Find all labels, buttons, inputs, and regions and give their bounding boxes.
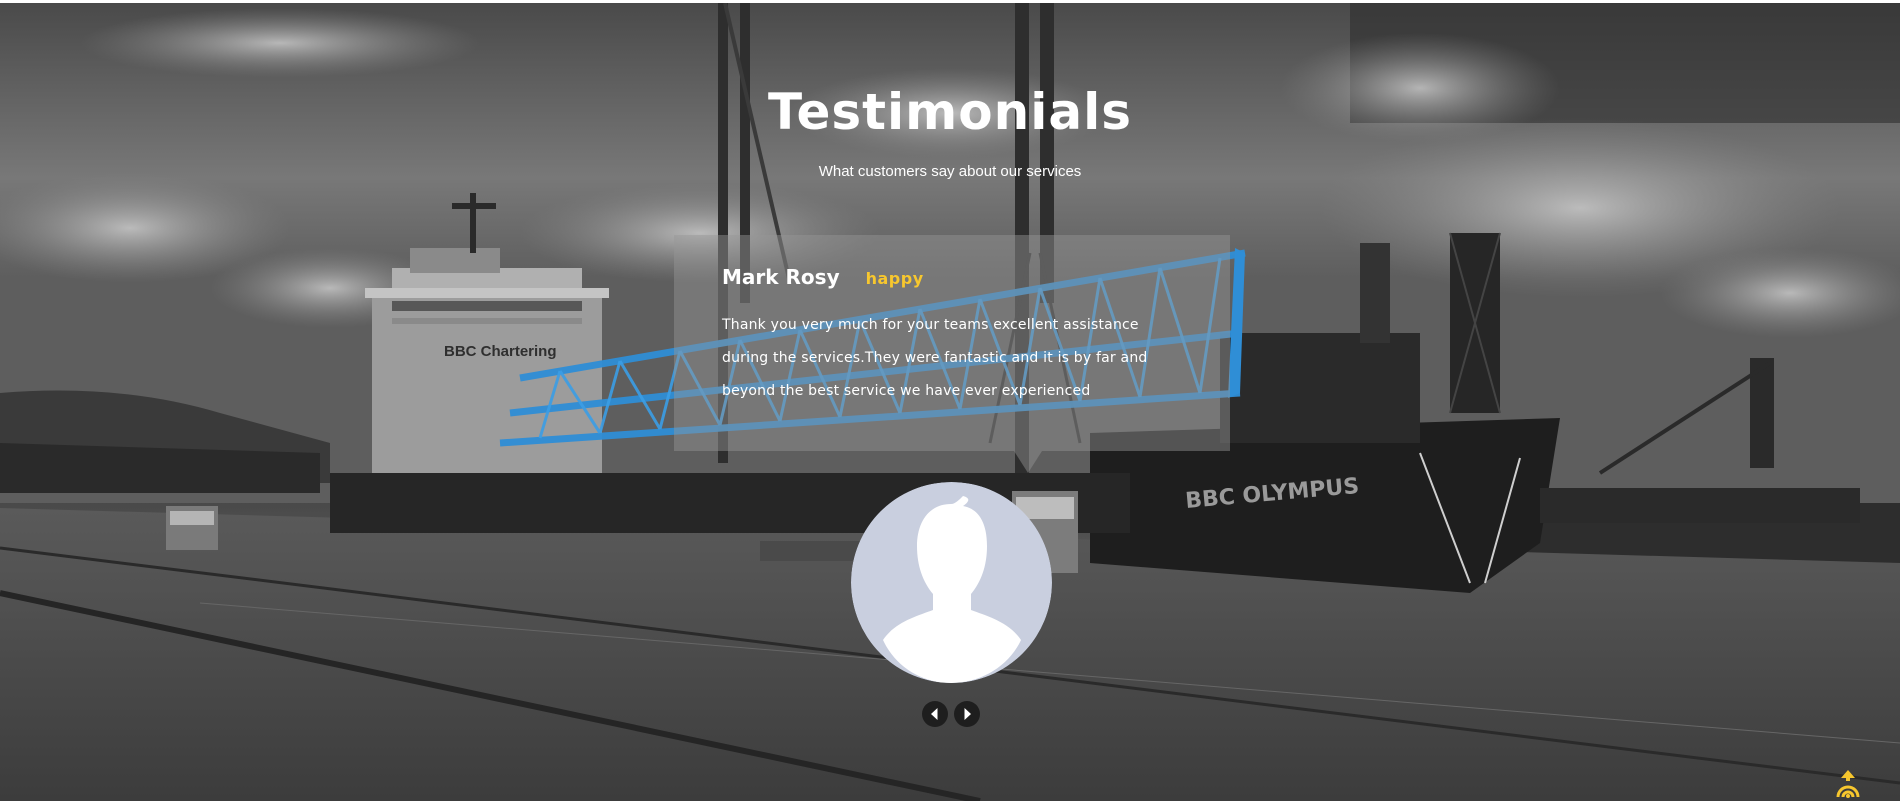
chevron-left-icon [931,708,938,720]
customer-avatar [851,482,1052,683]
card-pointer-arrow [1014,451,1042,473]
testimonial-author: Mark Rosy [722,265,840,289]
testimonial-card: Mark Rosy happy Thank you very much for … [674,235,1230,451]
section-title: Testimonials [767,83,1132,141]
carousel-nav [922,701,980,727]
arrow-up-icon [1836,770,1860,798]
person-silhouette-icon [851,482,1052,683]
scroll-to-top-button[interactable] [1832,767,1864,799]
next-testimonial-button[interactable] [954,701,980,727]
testimonials-page: BBC Chartering BBC OLYMPUS Testimonials … [0,0,1900,804]
ship-building-sign: BBC Chartering [444,343,557,360]
previous-testimonial-button[interactable] [922,701,948,727]
chevron-right-icon [964,708,971,720]
testimonial-rating: happy [865,269,924,288]
testimonials-section: BBC Chartering BBC OLYMPUS Testimonials … [0,3,1900,801]
section-subtitle: What customers say about our services [818,163,1082,180]
testimonial-header: Mark Rosy happy [722,265,1182,299]
testimonial-quote: Thank you very much for your teams excel… [722,317,1148,399]
